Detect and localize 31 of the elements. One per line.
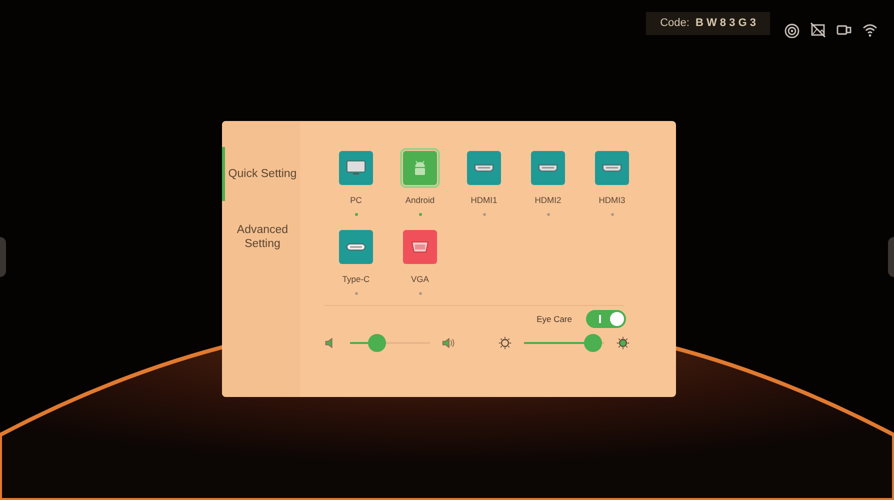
source-button[interactable]	[403, 230, 437, 264]
hotspot-icon[interactable]	[784, 22, 800, 38]
volume-slider[interactable]	[350, 334, 430, 352]
source-label: VGA	[411, 274, 429, 284]
wifi-icon[interactable]	[862, 22, 878, 38]
monitor-icon	[346, 160, 366, 176]
sidebar-tab[interactable]: Advanced Setting	[222, 215, 300, 259]
source-button[interactable]	[595, 151, 629, 185]
source-label: Android	[405, 195, 435, 205]
brightness-high-icon	[616, 336, 630, 350]
source-label: PC	[350, 195, 362, 205]
side-handle[interactable]	[888, 237, 894, 277]
source-button[interactable]	[339, 230, 373, 264]
brightness-slider[interactable]	[524, 334, 604, 352]
eye-care-toggle[interactable]	[586, 310, 626, 328]
source-label: Type-C	[342, 274, 370, 284]
source-label: HDMI2	[534, 195, 562, 205]
brightness-low-icon	[498, 336, 512, 350]
source-button[interactable]	[531, 151, 565, 185]
code-value: B W 8 3 G 3	[695, 17, 756, 29]
code-label: Code:	[660, 17, 690, 29]
source-label: HDMI3	[598, 195, 626, 205]
volume-high-icon	[442, 336, 456, 350]
sidebar-tab[interactable]: Quick Setting	[222, 147, 300, 201]
eye-care-label: Eye Care	[536, 314, 572, 324]
source-button[interactable]	[467, 151, 501, 185]
source-label: HDMI1	[470, 195, 498, 205]
no-image-icon[interactable]	[810, 22, 826, 38]
vga-port-icon	[410, 239, 430, 255]
source-button[interactable]	[339, 151, 373, 185]
side-handle[interactable]	[0, 237, 6, 277]
